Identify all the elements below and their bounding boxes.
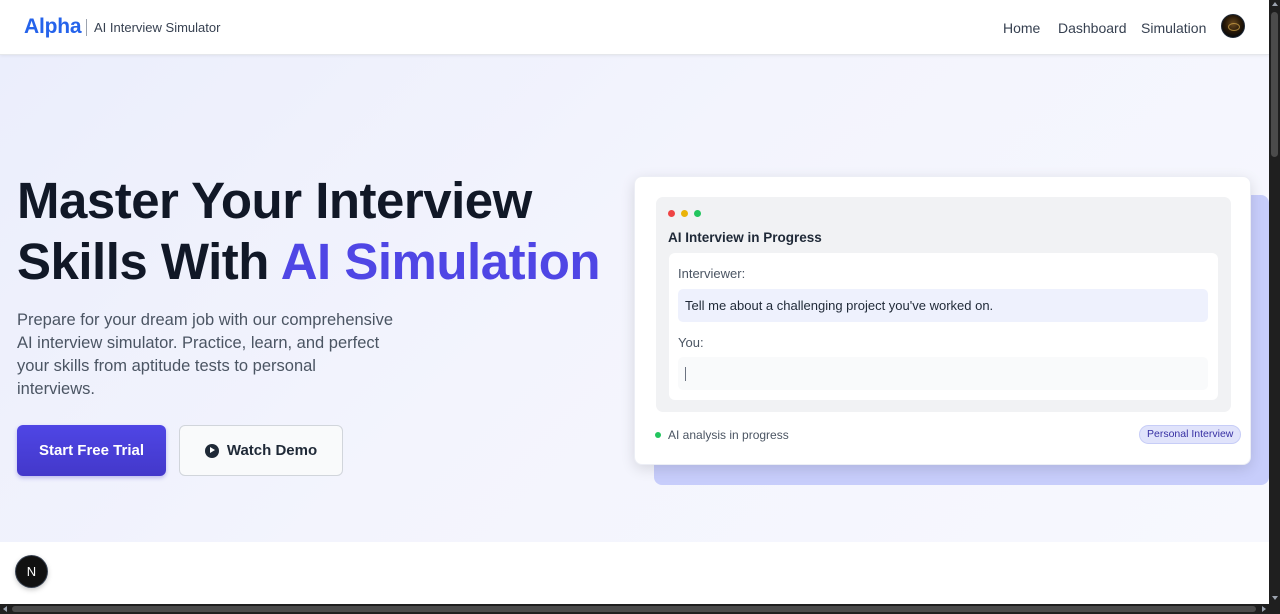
hero-title-line-2: Skills With AI Simulation: [17, 231, 601, 292]
start-free-trial-label: Start Free Trial: [38, 442, 145, 459]
interviewer-question-bubble: Tell me about a challenging project you'…: [678, 289, 1208, 322]
hero-title-accent: AI Simulation: [280, 233, 601, 290]
analysis-status-text: AI analysis in progress: [668, 428, 789, 442]
window-maximize-dot-icon: [694, 210, 701, 217]
hero-title: Master Your Interview Skills With AI Sim…: [17, 170, 601, 292]
interview-window: AI Interview in Progress Interviewer: Te…: [656, 197, 1231, 412]
hero-title-prefix: Skills With: [17, 233, 281, 290]
vertical-scrollbar[interactable]: [1269, 0, 1280, 604]
interview-window-title: AI Interview in Progress: [668, 230, 822, 245]
scroll-left-arrow-icon[interactable]: [3, 606, 7, 612]
chat-box: Interviewer: Tell me about a challenging…: [669, 253, 1218, 400]
nav-home-link[interactable]: Home: [1003, 20, 1040, 36]
start-free-trial-button[interactable]: Start Free Trial: [17, 425, 166, 476]
answer-input[interactable]: [678, 357, 1208, 390]
brand-divider: [86, 19, 87, 36]
horizontal-scrollbar[interactable]: [0, 604, 1280, 614]
hero-title-line-1: Master Your Interview: [17, 172, 532, 229]
scroll-down-arrow-icon[interactable]: [1272, 596, 1278, 600]
play-circle-icon: [204, 443, 219, 458]
watch-demo-label: Watch Demo: [226, 442, 318, 459]
hero-section: Master Your Interview Skills With AI Sim…: [0, 55, 1269, 542]
interviewer-label: Interviewer:: [678, 266, 746, 281]
interview-preview-card: AI Interview in Progress Interviewer: Te…: [634, 176, 1251, 465]
brand-subtitle: AI Interview Simulator: [94, 20, 221, 35]
scroll-right-arrow-icon[interactable]: [1262, 606, 1266, 612]
nav-dashboard-link[interactable]: Dashboard: [1058, 20, 1127, 36]
vertical-scrollbar-thumb[interactable]: [1271, 12, 1278, 157]
watch-demo-button[interactable]: Watch Demo: [179, 425, 343, 476]
status-dot-icon: [655, 432, 661, 438]
text-cursor: [685, 367, 686, 381]
dev-tools-n-button[interactable]: N: [16, 556, 47, 587]
user-avatar-icon[interactable]: [1221, 14, 1245, 38]
window-close-dot-icon: [668, 210, 675, 217]
scroll-up-arrow-icon[interactable]: [1272, 2, 1278, 6]
top-navbar: Alpha AI Interview Simulator Home Dashbo…: [0, 0, 1269, 55]
window-minimize-dot-icon: [681, 210, 688, 217]
nav-simulation-link[interactable]: Simulation: [1141, 20, 1206, 36]
interview-type-badge: Personal Interview: [1139, 425, 1242, 444]
horizontal-scrollbar-thumb[interactable]: [12, 606, 1256, 612]
brand-logo[interactable]: Alpha: [24, 15, 82, 39]
hero-description: Prepare for your dream job with our comp…: [17, 311, 394, 398]
you-label: You:: [678, 335, 704, 350]
